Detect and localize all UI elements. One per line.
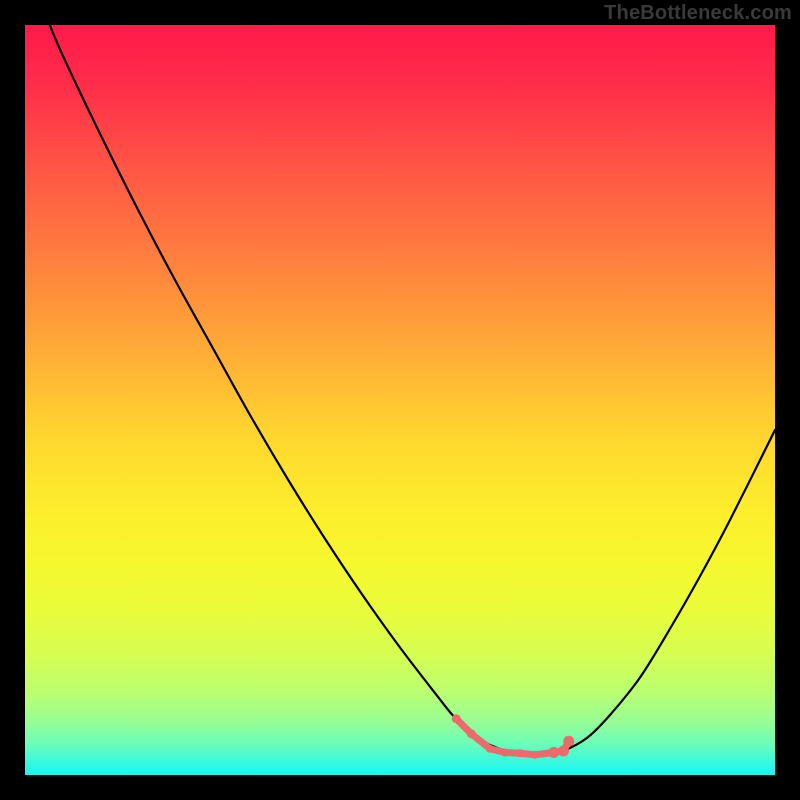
watermark-text: TheBottleneck.com (604, 2, 792, 25)
plot-area (25, 25, 775, 775)
optimal-range-markers (25, 25, 775, 775)
